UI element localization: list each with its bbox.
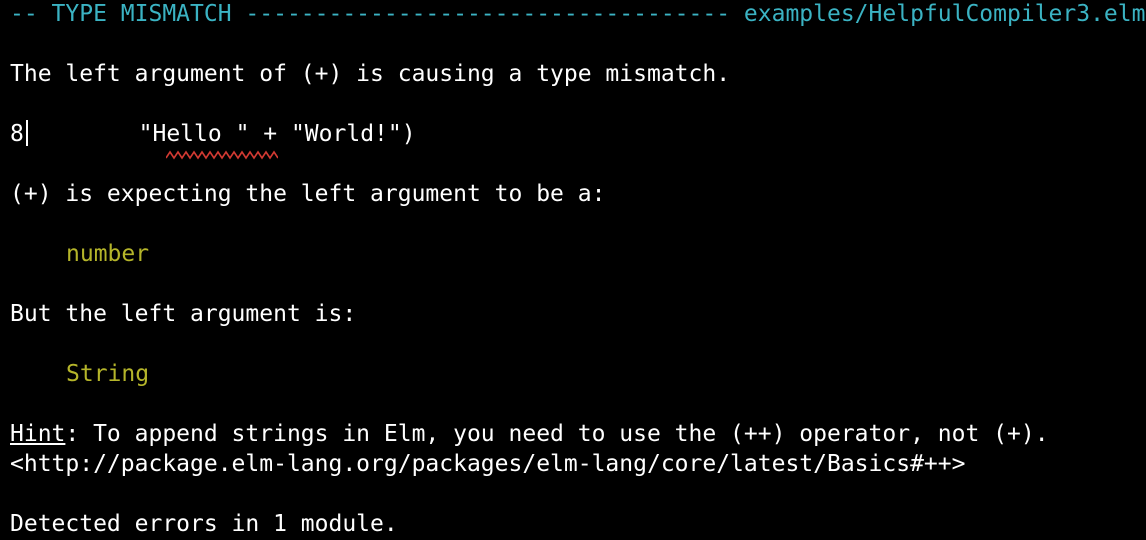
error-message: The left argument of (+) is causing a ty… <box>10 61 731 87</box>
code-source: "Hello " + "World!") <box>27 121 416 147</box>
expected-label: (+) is expecting the left argument to be… <box>10 181 606 207</box>
line-number: 8 <box>10 121 24 147</box>
hint-text: : To append strings in Elm, you need to … <box>65 421 1049 447</box>
expected-type: number <box>66 241 150 267</box>
error-header: -- TYPE MISMATCH -----------------------… <box>10 0 1145 29</box>
error-summary: Detected errors in 1 module. <box>10 511 398 537</box>
header-divider: ----------------------------------- <box>245 1 731 27</box>
terminal-output: -- TYPE MISMATCH -----------------------… <box>10 0 1146 540</box>
error-file-path: examples/HelpfulCompiler3.elm <box>730 1 1146 27</box>
actual-type: String <box>66 361 150 387</box>
actual-label: But the left argument is: <box>10 301 357 327</box>
error-title: -- TYPE MISMATCH <box>10 1 246 27</box>
hint-line: Hint: To append strings in Elm, you need… <box>10 419 1049 449</box>
error-squiggle-underline <box>166 150 278 160</box>
docs-link[interactable]: <http://package.elm-lang.org/packages/el… <box>10 449 965 479</box>
code-snippet: 8 "Hello " + "World!") <box>10 119 416 149</box>
hint-label: Hint <box>10 421 66 447</box>
